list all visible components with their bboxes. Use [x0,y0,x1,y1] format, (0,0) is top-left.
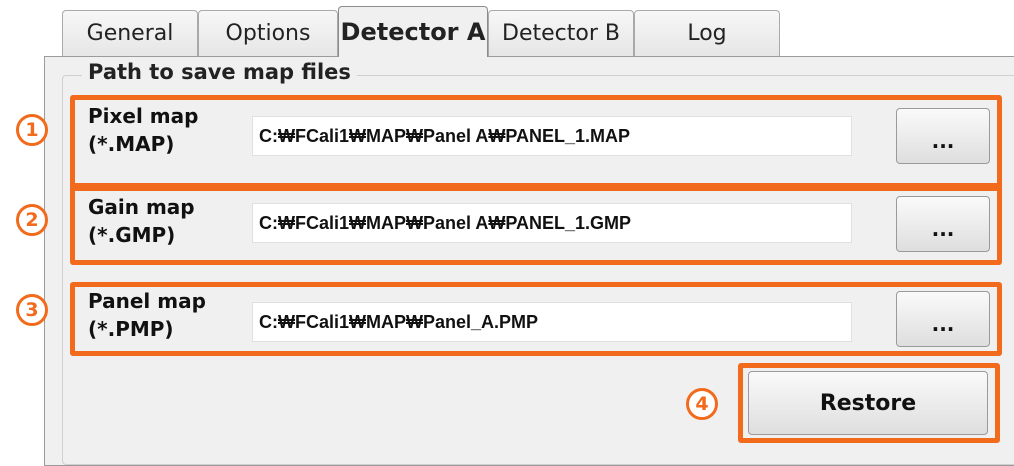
tab-general[interactable]: General [62,10,198,56]
gain-map-path-field[interactable]: C:₩FCali1₩MAP₩Panel A₩PANEL_1.GMP [252,203,852,243]
marker-4: 4 [686,388,718,420]
tab-detector-a[interactable]: Detector A [338,6,488,57]
gain-map-browse-button[interactable]: ... [896,196,990,252]
group-title: Path to save map files [82,60,357,84]
restore-button[interactable]: Restore [748,371,988,435]
marker-1: 1 [16,114,48,146]
tab-bar: General Options Detector A Detector B Lo… [0,0,1014,57]
marker-3: 3 [16,294,48,326]
pixel-map-label: Pixel map (*.MAP) [88,104,199,156]
tab-log[interactable]: Log [634,10,780,56]
tab-detector-b[interactable]: Detector B [488,10,634,56]
panel-map-browse-button[interactable]: ... [896,291,990,347]
pixel-map-browse-button[interactable]: ... [896,108,990,164]
marker-2: 2 [16,204,48,236]
pixel-map-path-field[interactable]: C:₩FCali1₩MAP₩Panel A₩PANEL_1.MAP [252,116,852,156]
panel-map-path-field[interactable]: C:₩FCali1₩MAP₩Panel_A.PMP [252,302,852,342]
tab-options[interactable]: Options [198,10,338,56]
gain-map-label: Gain map (*.GMP) [88,195,195,247]
panel-map-label: Panel map (*.PMP) [88,289,206,341]
